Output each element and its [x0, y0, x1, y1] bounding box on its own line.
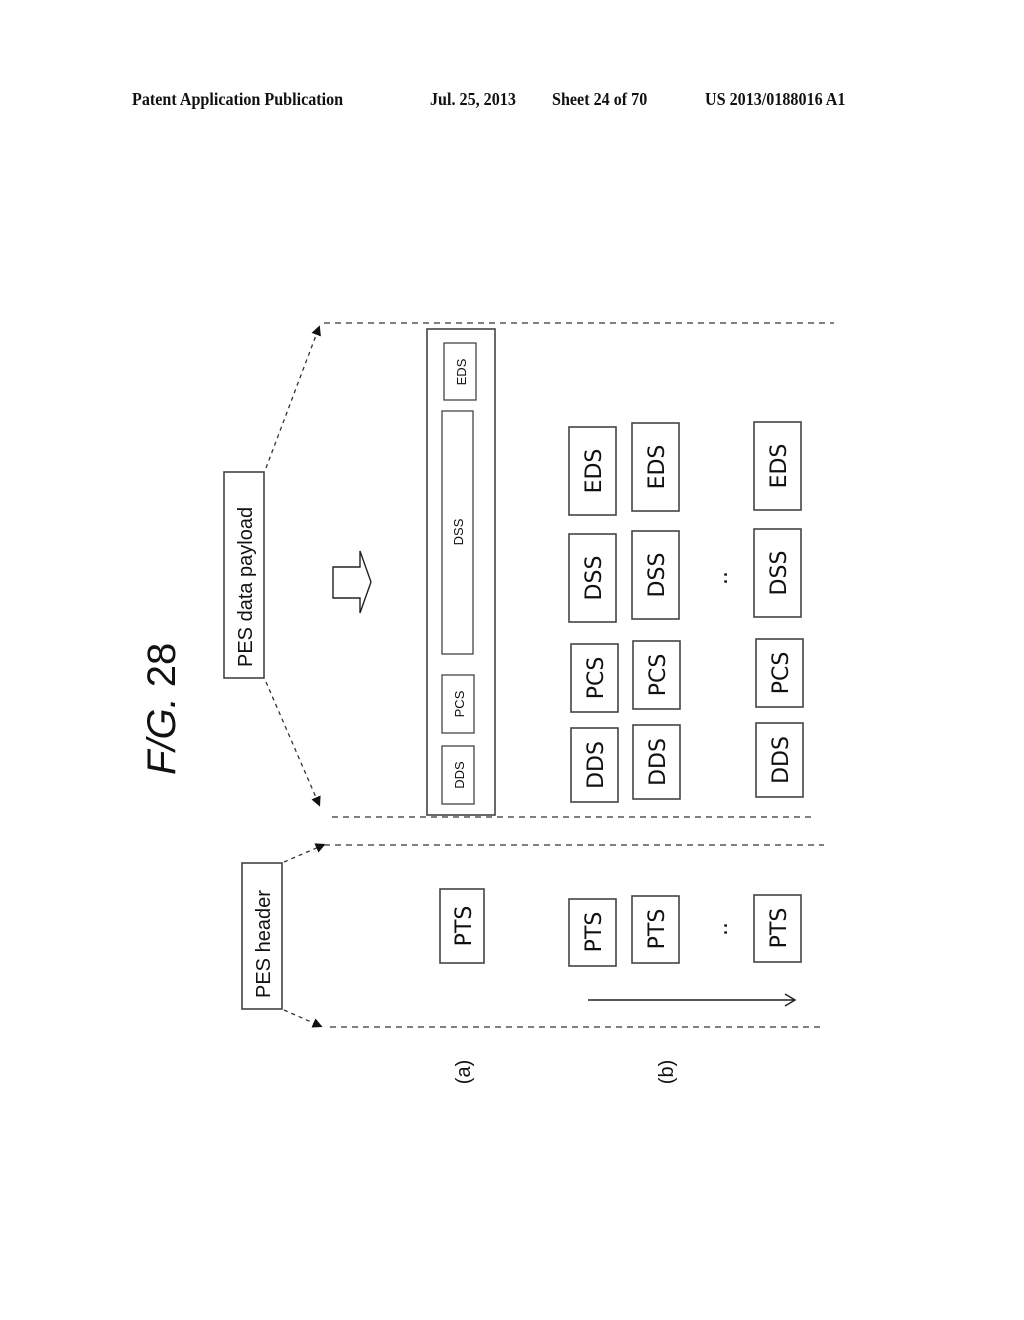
segment-dss: DSS: [568, 533, 617, 623]
segment-dds: DDS: [570, 727, 619, 803]
part-b-label: (b): [656, 1060, 678, 1084]
segment-dss: DSS: [753, 528, 802, 618]
pes-header-label: PES header: [241, 862, 283, 1010]
svg-text:EDS: EDS: [767, 444, 792, 489]
part-b-pts-1: PTS: [568, 898, 617, 967]
segment-eds: EDS: [753, 421, 802, 511]
ellipsis: ..: [708, 571, 733, 585]
part-a-label: (a): [453, 1060, 475, 1084]
svg-text:DDS: DDS: [769, 736, 794, 784]
segment-eds: EDS: [568, 426, 617, 516]
segment-pcs: PCS: [570, 643, 619, 713]
header-expansion-bottom: [283, 1009, 323, 1028]
svg-text:DSS: DSS: [645, 553, 670, 598]
svg-text:DDS: DDS: [452, 761, 467, 789]
part-b-pts-3: PTS: [753, 894, 802, 963]
segment-dds: DDS: [441, 745, 475, 805]
header-expansion-top: [283, 843, 326, 863]
segment-dss: DSS: [631, 530, 680, 620]
svg-text:PES data payload: PES data payload: [235, 507, 257, 667]
svg-text:PCS: PCS: [584, 657, 609, 700]
payload-expansion-top: [265, 325, 321, 469]
svg-text:PCS: PCS: [452, 690, 467, 717]
segment-pcs: PCS: [755, 638, 804, 708]
pes-data-payload-label: PES data payload: [223, 471, 265, 679]
svg-text:DSS: DSS: [582, 556, 607, 601]
svg-text:PCS: PCS: [646, 654, 671, 697]
payload-expansion-bottom: [265, 681, 321, 807]
svg-text:DDS: DDS: [584, 741, 609, 789]
segment-dds: DDS: [632, 724, 681, 800]
part-a-payload: EDS DSS PCS DDS: [426, 328, 496, 816]
part-b-column-3: EDS DSS PCS DDS: [753, 421, 804, 798]
time-arrow-icon: [588, 993, 797, 1007]
svg-text:PTS: PTS: [582, 912, 607, 953]
svg-text:PTS: PTS: [645, 909, 670, 950]
part-a-pts: PTS: [439, 888, 485, 964]
segment-eds: EDS: [443, 342, 477, 401]
svg-text:DDS: DDS: [646, 738, 671, 786]
part-b-column-2: EDS DSS PCS DDS: [631, 422, 681, 800]
part-b-column-1: EDS DSS PCS DDS: [568, 426, 619, 803]
svg-text:DSS: DSS: [767, 551, 792, 596]
svg-text:PCS: PCS: [769, 652, 794, 695]
segment-pcs: PCS: [441, 674, 475, 734]
svg-text:PTS: PTS: [767, 908, 792, 949]
svg-text:PES header: PES header: [253, 890, 275, 998]
transform-arrow-icon: [332, 550, 372, 614]
pts-ellipsis: ..: [708, 922, 733, 936]
svg-text:PTS: PTS: [452, 906, 477, 947]
segment-eds: EDS: [631, 422, 680, 512]
svg-text:DSS: DSS: [451, 518, 466, 545]
figure-title: F/G.28: [140, 643, 184, 775]
svg-text:EDS: EDS: [582, 449, 607, 494]
segment-pcs: PCS: [632, 640, 681, 710]
segment-dss: DSS: [441, 410, 474, 655]
svg-text:EDS: EDS: [645, 445, 670, 490]
segment-dds: DDS: [755, 722, 804, 798]
svg-text:EDS: EDS: [454, 358, 469, 385]
part-b-pts-2: PTS: [631, 895, 680, 964]
figure-28-diagram: F/G.28 PES data payload PES header EDS D…: [140, 322, 834, 1084]
